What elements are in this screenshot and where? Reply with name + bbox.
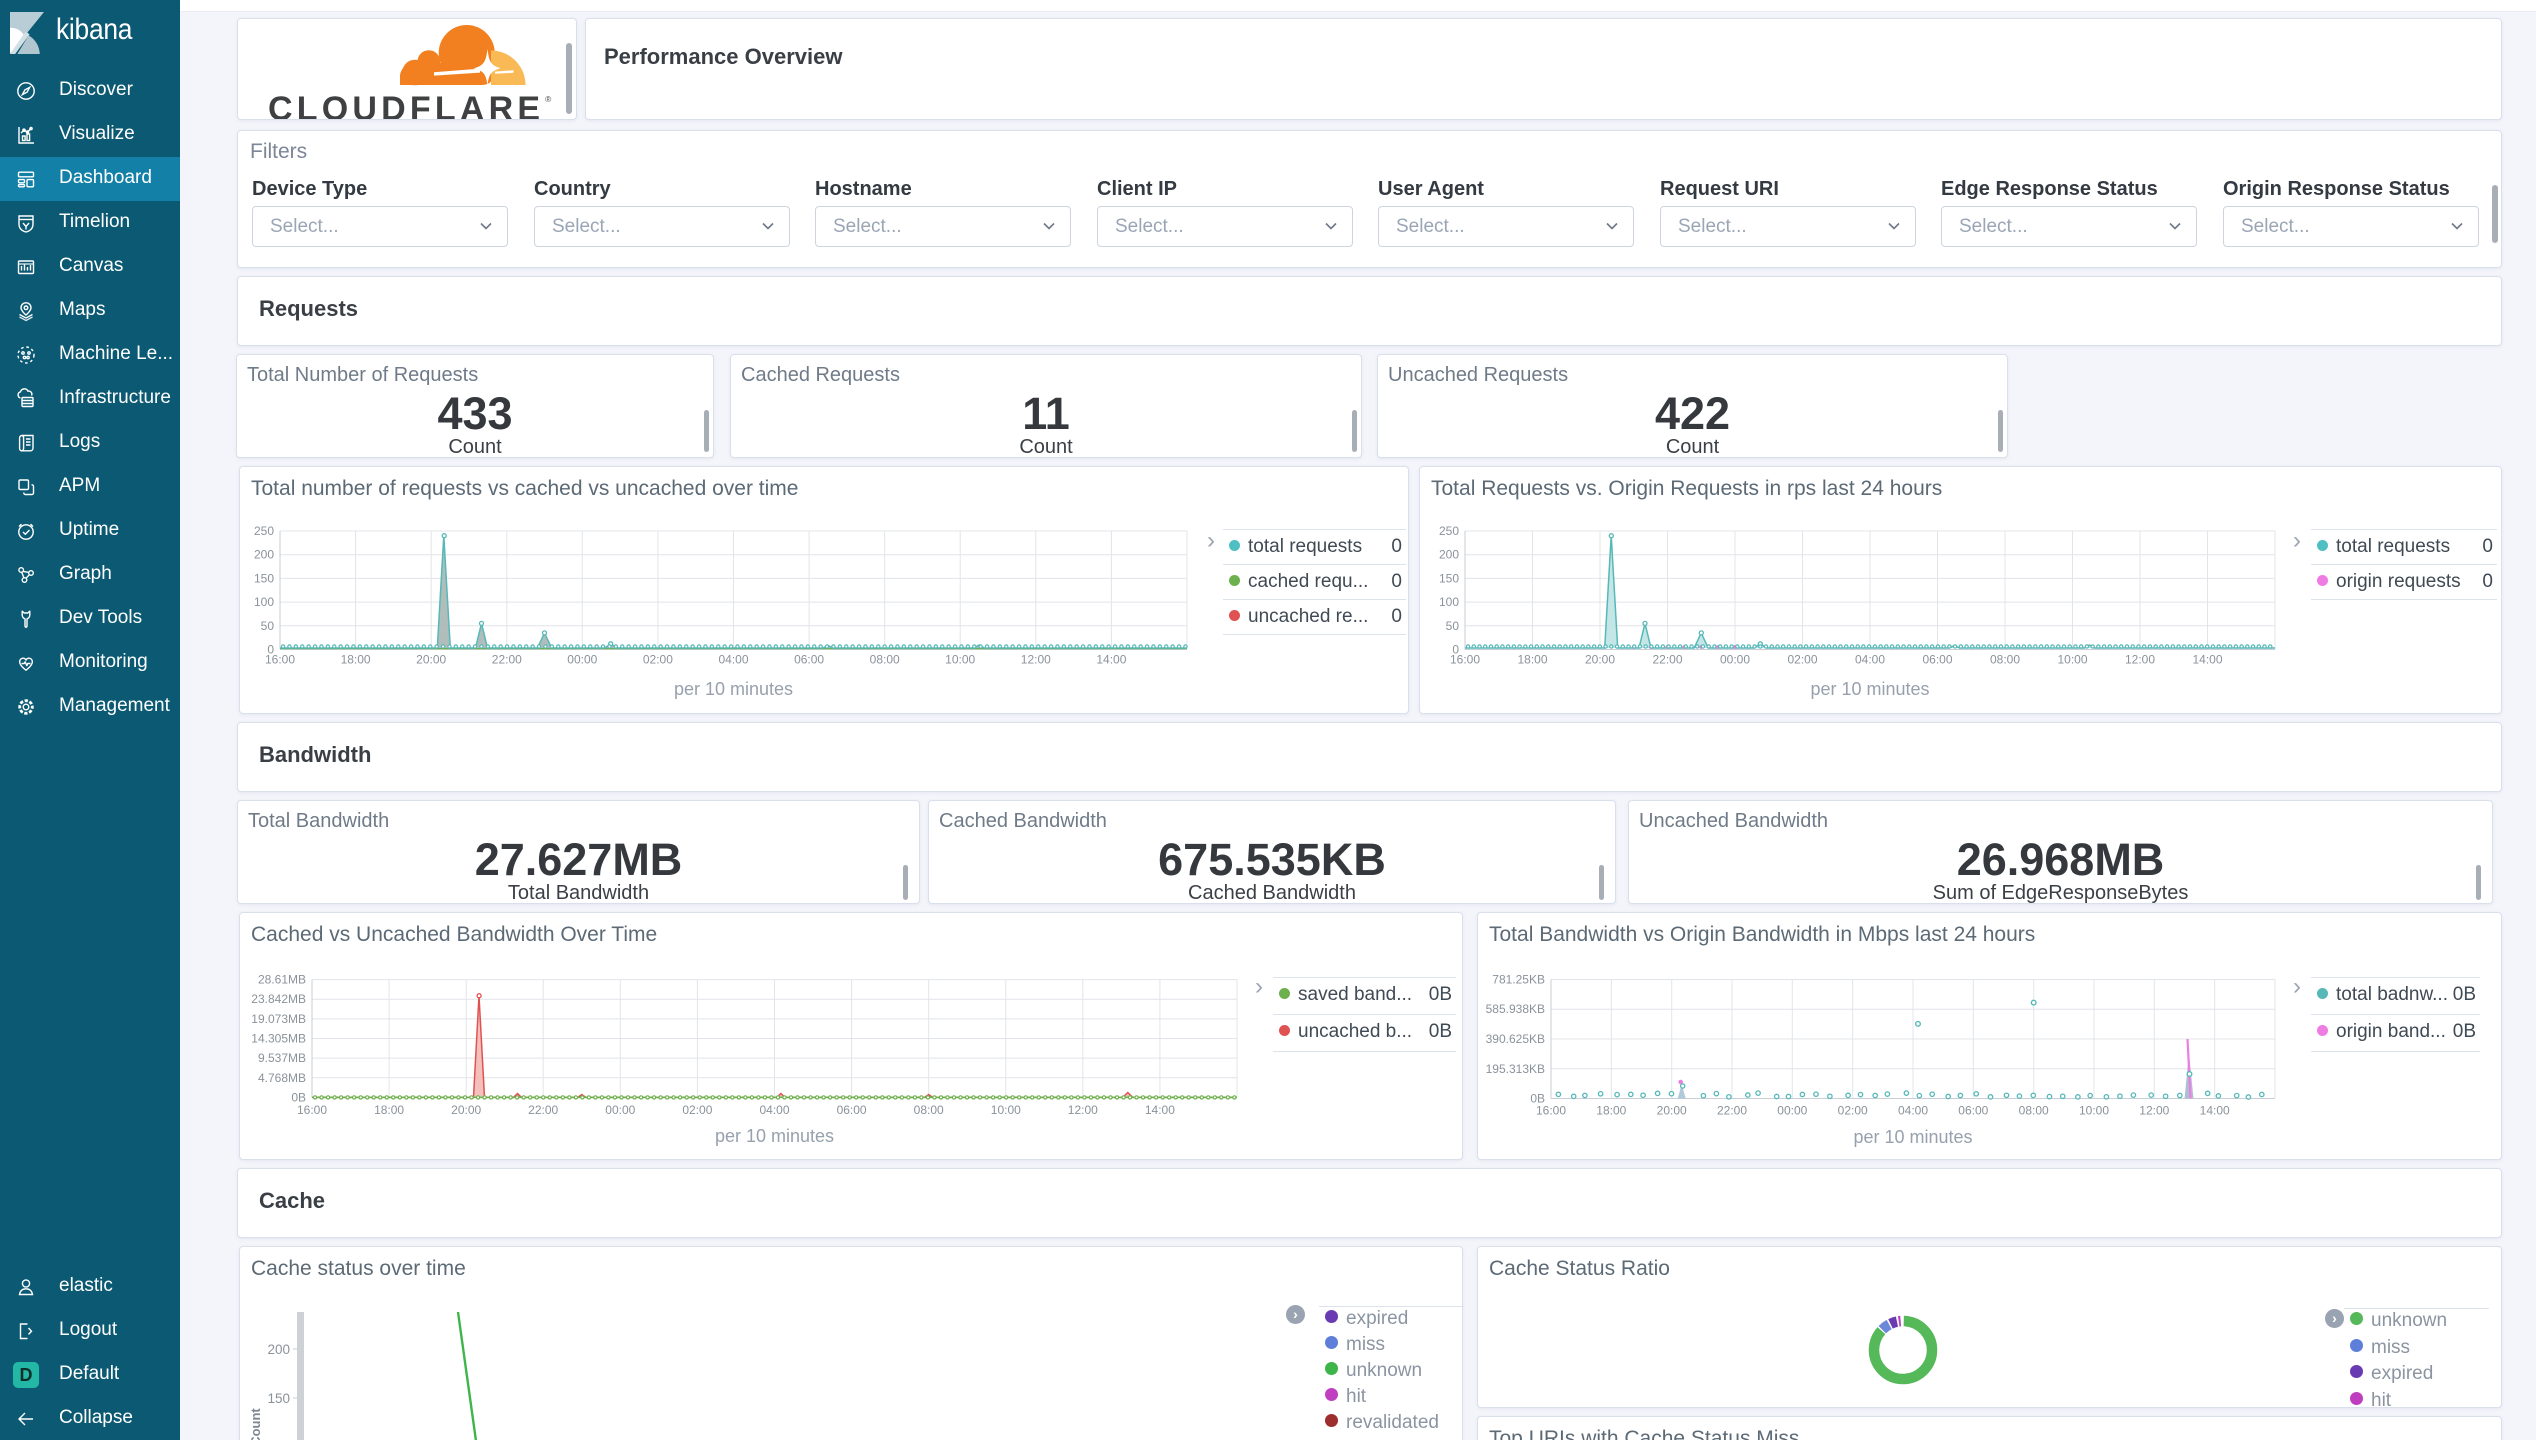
svg-text:10:00: 10:00 — [2057, 653, 2087, 667]
svg-text:150: 150 — [1439, 571, 1459, 585]
svg-text:781.25KB: 781.25KB — [1492, 973, 1545, 987]
svg-text:00:00: 00:00 — [1720, 653, 1750, 667]
svg-text:195.313KB: 195.313KB — [1486, 1062, 1545, 1076]
svg-text:06:00: 06:00 — [1922, 653, 1952, 667]
svg-text:06:00: 06:00 — [794, 653, 824, 667]
svg-text:200: 200 — [254, 548, 274, 562]
svg-text:22:00: 22:00 — [1652, 653, 1682, 667]
svg-text:16:00: 16:00 — [1536, 1104, 1566, 1118]
svg-text:100: 100 — [254, 595, 274, 609]
svg-text:00:00: 00:00 — [567, 653, 597, 667]
svg-text:22:00: 22:00 — [492, 653, 522, 667]
svg-text:18:00: 18:00 — [374, 1103, 404, 1117]
svg-text:14:00: 14:00 — [1096, 653, 1126, 667]
svg-text:14:00: 14:00 — [2192, 653, 2222, 667]
svg-text:200: 200 — [1439, 548, 1459, 562]
svg-text:00:00: 00:00 — [1777, 1104, 1807, 1118]
svg-text:12:00: 12:00 — [2125, 653, 2155, 667]
svg-text:16:00: 16:00 — [297, 1103, 327, 1117]
svg-text:200: 200 — [267, 1342, 290, 1357]
svg-text:08:00: 08:00 — [870, 653, 900, 667]
svg-text:150: 150 — [254, 571, 274, 585]
svg-text:18:00: 18:00 — [341, 653, 371, 667]
svg-text:00:00: 00:00 — [605, 1103, 635, 1117]
svg-text:50: 50 — [261, 619, 275, 633]
svg-text:14:00: 14:00 — [2200, 1104, 2230, 1118]
svg-text:28.61MB: 28.61MB — [258, 973, 306, 987]
svg-text:06:00: 06:00 — [837, 1103, 867, 1117]
svg-text:10:00: 10:00 — [945, 653, 975, 667]
svg-text:50: 50 — [1446, 619, 1460, 633]
svg-text:08:00: 08:00 — [1990, 653, 2020, 667]
svg-text:12:00: 12:00 — [2139, 1104, 2169, 1118]
svg-text:02:00: 02:00 — [1787, 653, 1817, 667]
svg-text:250: 250 — [1439, 524, 1459, 538]
svg-text:22:00: 22:00 — [1717, 1104, 1747, 1118]
svg-text:10:00: 10:00 — [991, 1103, 1021, 1117]
svg-text:390.625KB: 390.625KB — [1486, 1032, 1545, 1046]
svg-text:Count: Count — [248, 1408, 263, 1440]
svg-text:20:00: 20:00 — [1585, 653, 1615, 667]
svg-text:150: 150 — [267, 1391, 290, 1406]
svg-text:14.305MB: 14.305MB — [251, 1032, 306, 1046]
svg-text:20:00: 20:00 — [1657, 1104, 1687, 1118]
svg-text:14:00: 14:00 — [1145, 1103, 1175, 1117]
svg-text:20:00: 20:00 — [416, 653, 446, 667]
svg-text:4.768MB: 4.768MB — [258, 1071, 306, 1085]
svg-text:585.938KB: 585.938KB — [1486, 1002, 1545, 1016]
svg-text:12:00: 12:00 — [1068, 1103, 1098, 1117]
svg-text:18:00: 18:00 — [1517, 653, 1547, 667]
svg-text:®: ® — [545, 94, 552, 104]
svg-text:23.842MB: 23.842MB — [251, 992, 306, 1006]
svg-text:02:00: 02:00 — [1838, 1104, 1868, 1118]
svg-text:250: 250 — [254, 524, 274, 538]
svg-text:100: 100 — [1439, 595, 1459, 609]
svg-text:16:00: 16:00 — [1450, 653, 1480, 667]
svg-text:08:00: 08:00 — [914, 1103, 944, 1117]
svg-text:12:00: 12:00 — [1021, 653, 1051, 667]
svg-text:22:00: 22:00 — [528, 1103, 558, 1117]
svg-text:9.537MB: 9.537MB — [258, 1051, 306, 1065]
svg-text:08:00: 08:00 — [2019, 1104, 2049, 1118]
svg-text:04:00: 04:00 — [759, 1103, 789, 1117]
svg-text:18:00: 18:00 — [1596, 1104, 1626, 1118]
svg-text:20:00: 20:00 — [451, 1103, 481, 1117]
svg-text:CLOUDFLARE: CLOUDFLARE — [268, 90, 544, 120]
svg-text:10:00: 10:00 — [2079, 1104, 2109, 1118]
svg-text:02:00: 02:00 — [643, 653, 673, 667]
svg-text:02:00: 02:00 — [682, 1103, 712, 1117]
svg-text:06:00: 06:00 — [1958, 1104, 1988, 1118]
svg-text:04:00: 04:00 — [718, 653, 748, 667]
svg-text:04:00: 04:00 — [1855, 653, 1885, 667]
svg-text:16:00: 16:00 — [265, 653, 295, 667]
svg-text:19.073MB: 19.073MB — [251, 1012, 306, 1026]
svg-text:04:00: 04:00 — [1898, 1104, 1928, 1118]
